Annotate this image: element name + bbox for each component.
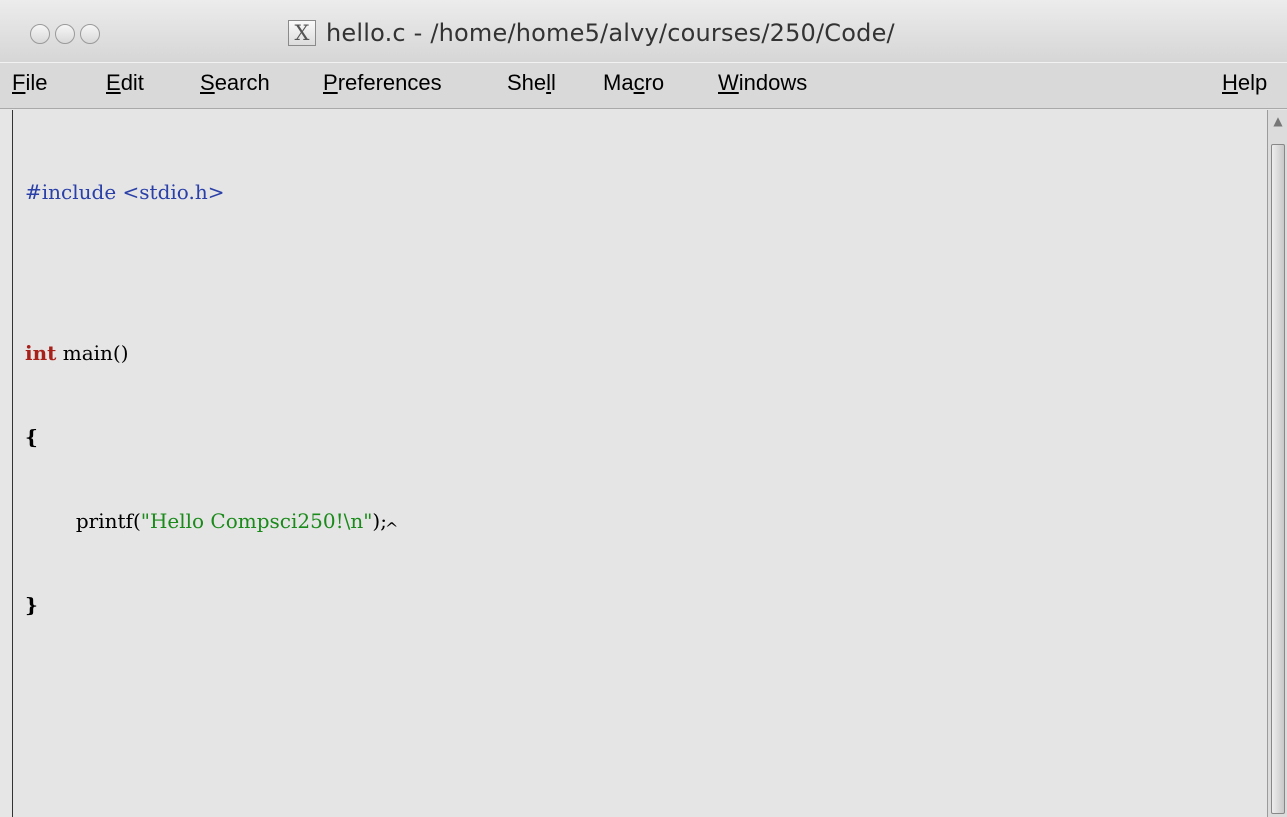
code-line-4: {	[25, 423, 398, 451]
window-title-group: X hello.c - /home/home5/alvy/courses/250…	[288, 18, 895, 48]
zoom-window-button[interactable]	[80, 24, 100, 44]
code-line-1: #include <stdio.h>	[25, 178, 398, 206]
code-text: printf(	[25, 509, 141, 533]
open-brace: {	[25, 425, 38, 449]
menu-label-post: indows	[738, 70, 808, 95]
code-line-3: int main()	[25, 339, 398, 367]
close-window-button[interactable]	[30, 24, 50, 44]
menu-preferences[interactable]: Preferences	[323, 70, 442, 96]
menu-mnemonic: F	[12, 70, 26, 95]
nedit-window: X hello.c - /home/home5/alvy/courses/250…	[0, 0, 1287, 817]
text-editor-area[interactable]: #include <stdio.h> int main() { printf("…	[12, 110, 1267, 817]
close-brace: }	[25, 593, 38, 617]
menu-label-post: ro	[644, 70, 665, 95]
menu-mnemonic: E	[106, 70, 121, 95]
menu-label-post: dit	[120, 70, 144, 95]
code-line-5: printf("Hello Compsci250!\n");^	[25, 507, 399, 538]
menu-edit[interactable]: Edit	[106, 70, 144, 96]
menu-file[interactable]: File	[12, 70, 47, 96]
menu-label-post: earch	[214, 70, 270, 95]
code-text: main()	[56, 341, 129, 365]
vertical-scrollbar[interactable]: ▲	[1267, 110, 1287, 817]
menu-mnemonic: P	[323, 70, 338, 95]
menu-label-pre: Ma	[603, 70, 634, 95]
scrollbar-thumb[interactable]	[1271, 144, 1285, 814]
x11-app-icon: X	[288, 20, 316, 46]
menu-label-pre: She	[507, 70, 547, 95]
menu-label-post: references	[337, 70, 442, 95]
title-bar[interactable]: X hello.c - /home/home5/alvy/courses/250…	[0, 0, 1287, 63]
window-title: hello.c - /home/home5/alvy/courses/250/C…	[326, 19, 895, 47]
scroll-up-arrow-icon[interactable]: ▲	[1271, 114, 1285, 140]
menu-mnemonic: H	[1222, 70, 1238, 95]
menu-mnemonic: S	[200, 70, 215, 95]
code-line-6: }	[25, 591, 398, 619]
menu-search[interactable]: Search	[200, 70, 270, 96]
string-literal: "Hello Compsci250!\n"	[140, 509, 373, 533]
minimize-window-button[interactable]	[55, 24, 75, 44]
keyword-int: int	[25, 341, 57, 365]
preprocessor-directive: #include <stdio.h>	[25, 180, 225, 204]
menu-macro[interactable]: Macro	[603, 70, 664, 96]
text-cursor-caret: ^	[384, 519, 399, 538]
menu-help[interactable]: Help	[1222, 70, 1267, 96]
menu-shell[interactable]: Shell	[507, 70, 556, 96]
menu-mnemonic: W	[718, 70, 739, 95]
menu-bar: File Edit Search Preferences Shell Macro…	[0, 62, 1287, 109]
source-code[interactable]: #include <stdio.h> int main() { printf("…	[25, 122, 398, 675]
menu-label-post: ile	[25, 70, 48, 95]
menu-label-post: l	[551, 70, 556, 95]
menu-mnemonic: c	[633, 70, 645, 95]
menu-label-post: elp	[1237, 70, 1268, 95]
menu-windows[interactable]: Windows	[718, 70, 807, 96]
